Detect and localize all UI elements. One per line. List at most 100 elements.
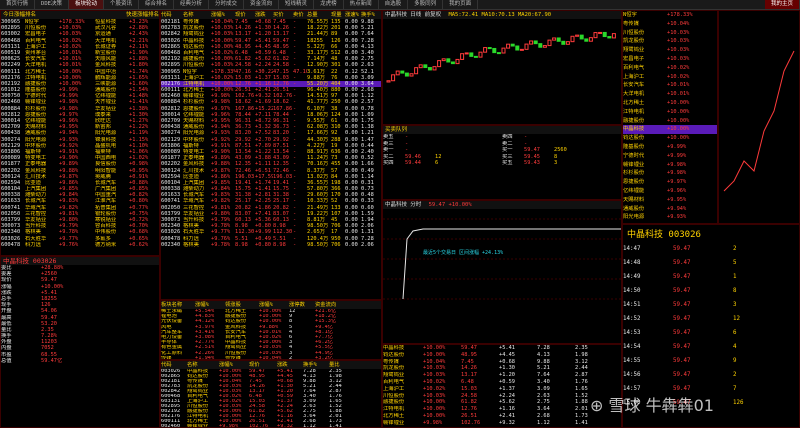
tab-7[interactable]: 资金流向	[244, 0, 280, 9]
right-row[interactable]: 亿纬锂能 +9.96%	[623, 187, 717, 196]
col-header[interactable]: 名称	[187, 361, 219, 369]
cell: +4.45	[499, 351, 515, 358]
right-row[interactable]: 宁德时代 +9.99%	[623, 152, 717, 161]
col-header[interactable]: 领涨股	[225, 301, 259, 309]
bm-row[interactable]: 江特电机 +10.00% 12.76 +1.16 3.64 2.01	[383, 406, 621, 413]
candle	[492, 47, 497, 54]
col-header[interactable]: 涨速%	[345, 11, 361, 19]
bm-row[interactable]: 川恒股份 +10.03% 24.58 +2.24 2.63 1.52	[383, 393, 621, 400]
cell: 13.17	[461, 372, 477, 379]
right-row[interactable]: 通威股份 +9.94%	[623, 205, 717, 214]
right-row[interactable]: 大洋电机 +10.01%	[623, 90, 717, 99]
cell: 6.48	[461, 378, 474, 385]
order-queue-panel: 买卖队列 卖五 - 卖四 - 卖三 - 卖二 - 卖一 - 买一 59.47 2560 买二 59.46 12…	[382, 125, 622, 200]
right-row[interactable]: 川恒股份 +10.03%	[623, 29, 717, 38]
right-row[interactable]: 粤传媒 +10.04%	[623, 20, 717, 29]
col-header[interactable]: 换手%	[361, 11, 379, 19]
tab-6[interactable]: 分时成交	[209, 0, 245, 9]
cell: +2.41	[499, 412, 515, 419]
right-row[interactable]: 宏昌电子 +10.03%	[623, 55, 717, 64]
col-header[interactable]: 涨幅%	[259, 301, 289, 309]
col-header[interactable]: 买价	[273, 11, 293, 19]
bm-row[interactable]: 凯龙股份 +10.03% 14.26 +1.30 5.21 2.44	[383, 365, 621, 372]
right-row[interactable]: 赣锋锂业 +9.98%	[623, 161, 717, 170]
candle	[510, 43, 515, 47]
right-row[interactable]: 凯龙股份 +10.03%	[623, 37, 717, 46]
bm-row[interactable]: 翔鹭钨业 +10.03% 13.17 +1.20 7.64 2.87	[383, 372, 621, 379]
tick-price: 59.47	[673, 302, 691, 308]
tab-12[interactable]: 多股同列	[408, 0, 444, 9]
col-header[interactable]: 名称	[183, 11, 211, 19]
tick-row: 14:53 59.47 6	[623, 326, 799, 340]
right-row[interactable]: 融捷股份 +10.00%	[623, 117, 717, 126]
col-header[interactable]: 板块名称	[161, 301, 195, 309]
candle	[460, 53, 465, 60]
bottom-row[interactable]: 002460 赣锋锂业 +9.98% 102.76 +9.32 1.12 1.41	[161, 424, 381, 428]
tab-4[interactable]: 综合排名	[139, 0, 174, 9]
col-header[interactable]: 涨跌	[255, 11, 273, 19]
right-row[interactable]: 钧达股份 +10.00%	[623, 134, 717, 143]
right-row[interactable]: 杉杉股份 +9.98%	[623, 169, 717, 178]
bm-row[interactable]: 上海沪工 +10.02% 15.03 +1.37 3.09 1.65	[383, 386, 621, 393]
tab-11[interactable]: 自选股	[379, 0, 409, 9]
col-header[interactable]: 现量	[331, 11, 345, 19]
col-header[interactable]: 涨跌	[277, 361, 303, 369]
bm-row[interactable]: 百利电气 +10.02% 6.48 +0.59 3.40 1.76	[383, 379, 621, 386]
tab-8[interactable]: 短线精灵	[279, 0, 315, 9]
left-rank-row[interactable]: 600478 科力远 +9.76% 德方纳米 +0.62%	[1, 242, 159, 248]
col-header[interactable]: 涨幅%	[195, 301, 225, 309]
tab-13[interactable]: 我的页面	[443, 0, 479, 9]
right-row[interactable]: N恒宇 +178.33%	[623, 11, 717, 20]
kline-chart[interactable]: 中晶科技 日线 前复权 MA5:72.41 MA10:70.13 MA20:67…	[382, 10, 622, 125]
fast-rank-title: 快速涨幅排名	[125, 12, 159, 18]
bm-row[interactable]: 赣锋锂业 +9.98% 102.76 +9.32 1.12 1.41	[383, 420, 621, 427]
candle	[423, 64, 428, 69]
col-header[interactable]: 资金流向	[315, 301, 349, 309]
center-row[interactable]: 002340 格林美 +9.78% 8.98 +0.80 8.98-98.50万 706 0.…	[161, 242, 381, 248]
col-header[interactable]: 总量	[307, 11, 331, 19]
col-header[interactable]: 换手%	[303, 361, 329, 369]
tab-0[interactable]: 首页行情	[0, 0, 36, 9]
right-row[interactable]: 阳光电源 +9.93%	[623, 213, 717, 222]
col-header[interactable]: 涨幅%	[219, 361, 249, 369]
bm-row[interactable]: 粤传媒 +10.04% 7.45 +0.68 9.88 3.12	[383, 359, 621, 366]
col-header[interactable]: 现价	[235, 11, 255, 19]
tab-10[interactable]: 热点新闻	[344, 0, 379, 9]
right-row[interactable]: 百利电气 +10.02%	[623, 64, 717, 73]
right-row[interactable]: 天赐材料 +9.95%	[623, 196, 717, 205]
cell: 格林美	[183, 241, 199, 248]
tab-9[interactable]: 龙虎榜	[314, 0, 344, 9]
right-row[interactable]: 隆基股份 +9.99%	[623, 143, 717, 152]
tab-1[interactable]: DDE决策	[35, 0, 69, 9]
right-row[interactable]: 恩捷股份 +9.97%	[623, 178, 717, 187]
right-row[interactable]: 上海沪工 +10.02%	[623, 73, 717, 82]
cell: 1.12	[303, 424, 316, 428]
bm-row[interactable]: 钧达股份 +10.00% 48.95 +4.45 4.13 1.98	[383, 352, 621, 359]
right-row[interactable]: 长安汽车 +10.01%	[623, 81, 717, 90]
col-header[interactable]: 现价	[249, 361, 277, 369]
right-row[interactable]: 翔鹭钨业 +10.03%	[623, 46, 717, 55]
intraday-chart[interactable]: 中晶科技 分时 59.47 +10.00% 最近5个交易日 区间涨幅 +24.1…	[382, 200, 622, 344]
tab-5[interactable]: 经典分析	[174, 0, 210, 9]
right-row[interactable]: 北方稀土 +10.00%	[623, 99, 717, 108]
col-header[interactable]: 涨停数	[289, 301, 315, 309]
bm-row[interactable]: 中晶科技 +10.00% 59.47 +5.41 7.28 2.35	[383, 345, 621, 352]
right-row[interactable]: 中晶科技 +10.00%	[623, 125, 717, 135]
col-header[interactable]: 代码	[161, 11, 183, 19]
bm-row[interactable]: 北方稀土 +10.00% 26.51 +2.41 2.68 1.73	[383, 413, 621, 420]
tab-3[interactable]: 个股资讯	[104, 0, 139, 9]
col-header[interactable]: 量比	[329, 361, 355, 369]
candle	[409, 73, 414, 77]
tab-2[interactable]: 板块轮动	[68, 0, 104, 9]
right-row[interactable]: 江特电机 +10.00%	[623, 108, 717, 117]
col-header[interactable]: 卖价	[293, 11, 307, 19]
col-header[interactable]: 代码	[161, 361, 187, 369]
cell: 14.26	[461, 365, 477, 372]
col-header[interactable]: 涨幅%	[211, 11, 235, 19]
right-side-panel	[718, 10, 800, 224]
right-pct: +10.01%	[667, 91, 690, 98]
tab-my-home[interactable]: 我的主页	[764, 0, 800, 9]
right-pct: +10.00%	[667, 99, 690, 106]
bm-row[interactable]: 融捷股份 +10.00% 61.82 +5.62 2.75 1.88	[383, 399, 621, 406]
tick-time: 14:54	[623, 344, 641, 350]
